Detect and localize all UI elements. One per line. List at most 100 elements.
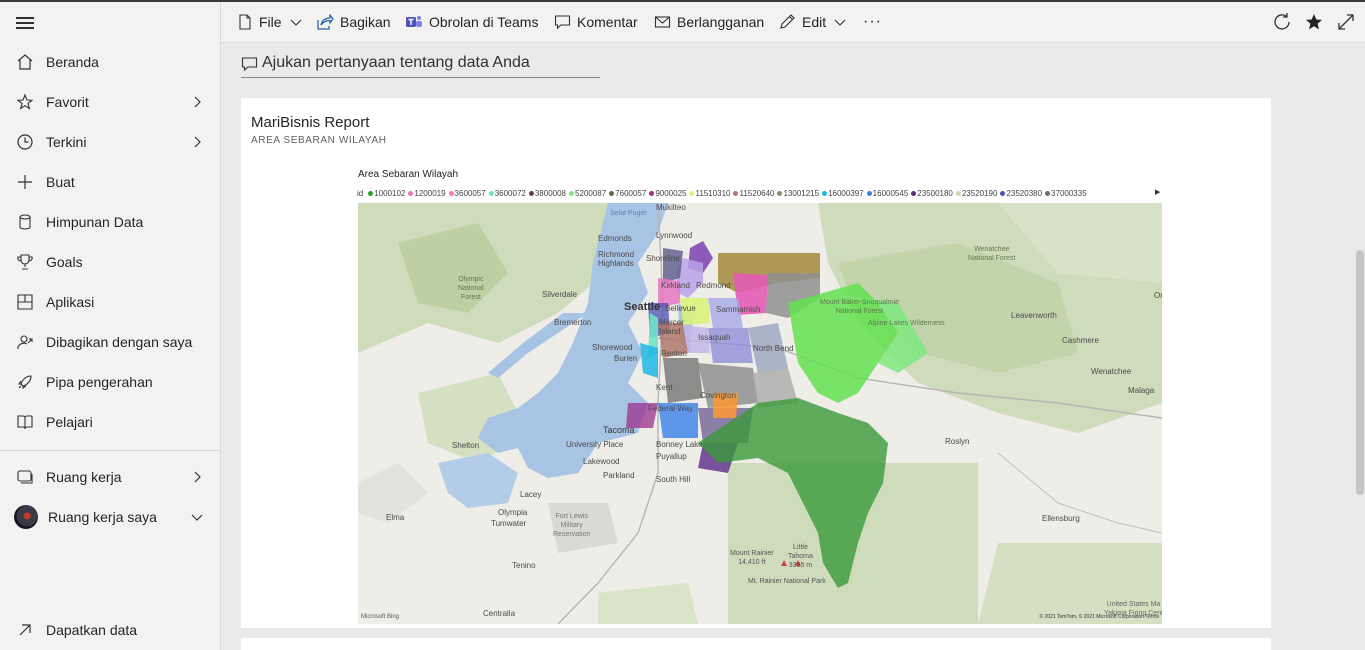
nav-item-workspaces[interactable]: Ruang kerja bbox=[0, 457, 220, 497]
comment-icon bbox=[241, 57, 258, 72]
map-label: Parkland bbox=[603, 471, 635, 480]
map-label: Shorewood bbox=[592, 343, 633, 352]
map-label: Covington bbox=[700, 391, 737, 400]
file-icon bbox=[239, 14, 251, 30]
map-label: Shoreline bbox=[646, 254, 680, 263]
nav-item-apps[interactable]: Aplikasi bbox=[0, 282, 220, 322]
legend-swatch bbox=[448, 190, 454, 196]
legend-swatch bbox=[488, 190, 494, 196]
vertical-scrollbar[interactable] bbox=[1356, 250, 1364, 495]
legend-swatch bbox=[1045, 190, 1051, 196]
map-label: Kent bbox=[656, 383, 673, 392]
map-label: Mukilteo bbox=[656, 203, 686, 212]
filled-map[interactable]: Mukilteo Selat Puget Lynnwood Edmonds Ri… bbox=[358, 203, 1162, 624]
legend-item[interactable]: 23520380 bbox=[1000, 189, 1042, 198]
legend-swatch bbox=[822, 190, 828, 196]
legend-item[interactable]: 3800008 bbox=[528, 189, 566, 198]
chevron-right-icon bbox=[194, 96, 201, 108]
map-label: Ellensburg bbox=[1042, 514, 1080, 523]
map-legend: id 1000102 1200019 3600057 3600072 3800008 52… bbox=[357, 187, 1163, 199]
nav-item-label: Terkini bbox=[46, 134, 87, 150]
map-label: Leavenworth bbox=[1011, 311, 1057, 320]
map-label: Sammamish bbox=[716, 305, 761, 314]
legend-item-label: 11510310 bbox=[695, 188, 731, 198]
pencil-icon bbox=[780, 14, 795, 29]
legend-item[interactable]: 16000397 bbox=[822, 189, 864, 198]
visual-title: Area Sebaran Wilayah bbox=[358, 169, 459, 180]
nav-item-learn[interactable]: Pelajari bbox=[0, 402, 220, 442]
nav-item-goals[interactable]: Goals bbox=[0, 242, 220, 282]
legend-item-label: 16000397 bbox=[828, 188, 864, 198]
legend-item-label: 37000335 bbox=[1051, 188, 1087, 198]
edit-button[interactable]: Edit bbox=[779, 2, 852, 42]
apps-icon bbox=[17, 294, 33, 310]
nav-item-home[interactable]: Beranda bbox=[0, 42, 220, 82]
map-label: Bremerton bbox=[554, 318, 592, 327]
map-label: Malaga bbox=[1128, 386, 1155, 395]
chevron-down-icon bbox=[191, 514, 203, 521]
map-label: Wenatchee bbox=[1091, 367, 1132, 376]
legend-item[interactable]: 23520190 bbox=[955, 189, 997, 198]
favorite-star-icon[interactable] bbox=[1304, 12, 1324, 32]
map-label: Burien bbox=[614, 354, 638, 363]
map-label: Olympic National Forest bbox=[458, 276, 484, 301]
qa-question-box[interactable]: Ajukan pertanyaan tentang data Anda bbox=[241, 52, 600, 78]
legend-item[interactable]: 37000335 bbox=[1045, 189, 1087, 198]
share-button[interactable]: Bagikan bbox=[316, 2, 391, 42]
nav-item-my-workspace[interactable]: Ruang kerja saya bbox=[0, 497, 220, 537]
map-label: University Place bbox=[566, 440, 624, 449]
legend-item[interactable]: 3600057 bbox=[448, 189, 486, 198]
trophy-icon bbox=[17, 254, 33, 270]
chat-in-teams-button[interactable]: Obrolan di Teams bbox=[405, 2, 538, 42]
nav-item-label: Beranda bbox=[46, 54, 99, 70]
edit-label: Edit bbox=[802, 14, 827, 30]
legend-item[interactable]: 1000102 bbox=[368, 189, 405, 198]
nav-item-label: Dapatkan data bbox=[46, 622, 138, 638]
report-action-bar: File Bagikan Obrolan di Teams Komentar B… bbox=[221, 2, 1365, 43]
legend-item[interactable]: 16000545 bbox=[866, 189, 908, 198]
bing-logo: Microsoft Bing bbox=[361, 614, 400, 620]
chevron-right-icon bbox=[194, 471, 201, 483]
nav-item-label: Dibagikan dengan saya bbox=[46, 334, 193, 350]
legend-item[interactable]: 1200019 bbox=[408, 189, 446, 198]
map-label: Roslyn bbox=[945, 437, 970, 446]
subscribe-button[interactable]: Berlangganan bbox=[654, 2, 764, 42]
nav-item-datasets[interactable]: Himpunan Data bbox=[0, 202, 220, 242]
map-copyright[interactable]: © 2021 TomTom, © 2021 Microsoft Corporat… bbox=[1040, 614, 1159, 620]
nav-item-deployment-pipelines[interactable]: Pipa pengerahan bbox=[0, 362, 220, 402]
file-menu-button[interactable]: File bbox=[237, 2, 308, 42]
dashboard-tile[interactable]: MariBisnis Report AREA SEBARAN WILAYAH A… bbox=[241, 98, 1271, 628]
plus-icon bbox=[18, 175, 32, 189]
refresh-icon[interactable] bbox=[1272, 12, 1292, 32]
legend-item[interactable]: 13001215 bbox=[777, 189, 819, 198]
legend-item[interactable]: 3600072 bbox=[488, 189, 526, 198]
legend-next-arrow-icon[interactable]: ▶ bbox=[1155, 188, 1160, 196]
legend-item[interactable]: 7600057 bbox=[609, 189, 646, 198]
more-options-button[interactable]: ··· bbox=[863, 2, 882, 42]
nav-item-create[interactable]: Buat bbox=[0, 162, 220, 202]
legend-swatch bbox=[649, 190, 655, 196]
nav-item-get-data[interactable]: Dapatkan data bbox=[0, 610, 220, 650]
legend-swatch bbox=[368, 190, 374, 196]
legend-item[interactable]: 11510310 bbox=[689, 189, 730, 198]
qa-placeholder: Ajukan pertanyaan tentang data Anda bbox=[262, 54, 530, 71]
share-icon bbox=[317, 14, 334, 30]
nav-item-label: Pelajari bbox=[46, 414, 93, 430]
legend-item[interactable]: 11520640 bbox=[733, 189, 774, 198]
comment-button[interactable]: Komentar bbox=[554, 2, 638, 42]
nav-item-recent[interactable]: Terkini bbox=[0, 122, 220, 162]
legend-swatch bbox=[569, 190, 575, 196]
fullscreen-icon[interactable] bbox=[1336, 12, 1356, 32]
legend-item[interactable]: 9000025 bbox=[649, 189, 686, 198]
nav-item-label: Buat bbox=[46, 174, 75, 190]
dashboard-tile-next[interactable] bbox=[241, 638, 1271, 650]
legend-item[interactable]: 23500180 bbox=[911, 189, 953, 198]
map-label: Lynnwood bbox=[656, 231, 693, 240]
legend-item[interactable]: 5200087 bbox=[569, 189, 606, 198]
map-label: Lakewood bbox=[583, 457, 620, 466]
nav-item-shared-with-me[interactable]: Dibagikan dengan saya bbox=[0, 322, 220, 362]
tile-title: MariBisnis Report bbox=[251, 114, 370, 131]
map-label: Tacoma bbox=[603, 425, 635, 435]
hamburger-menu-icon[interactable] bbox=[16, 16, 34, 30]
nav-item-favorites[interactable]: Favorit bbox=[0, 82, 220, 122]
